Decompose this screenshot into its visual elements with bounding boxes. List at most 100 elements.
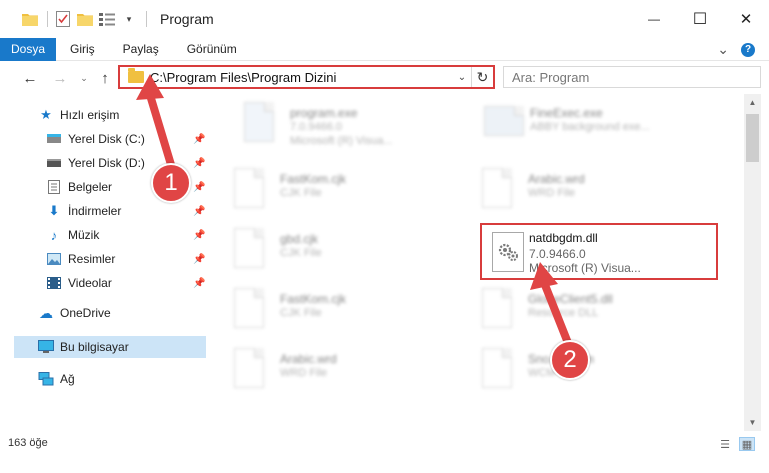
tab-paylas[interactable]: Paylaş (109, 38, 173, 61)
folder-icon (128, 68, 144, 83)
file-name: Arabic.wrd (528, 172, 585, 186)
recent-locations-chevron-icon[interactable]: ⌄ (74, 68, 94, 88)
pin-icon[interactable]: 📌 (193, 182, 205, 193)
qat-dropdown-icon[interactable]: ▾ (119, 9, 139, 29)
pin-icon[interactable]: 📌 (193, 134, 205, 145)
tab-giris[interactable]: Giriş (56, 38, 109, 61)
nav-item-disk-c[interactable]: Yerel Disk (C:) 📌 (46, 128, 206, 150)
dll-file-icon (482, 288, 512, 328)
list-item[interactable]: FastKom.cjk CJK File (208, 160, 448, 220)
refresh-icon[interactable]: ↻ (471, 67, 493, 87)
maximize-button[interactable]: ☐ (677, 0, 723, 38)
tiles-view-icon[interactable]: ▦ (739, 437, 755, 451)
highlighted-file-natdbgdm[interactable]: natdbgdm.dll 7.0.9466.0 Microsoft (R) Vi… (480, 223, 718, 280)
list-item[interactable]: FastKom.cjk CJK File (208, 280, 448, 340)
view-switcher: ☰ ▦ (717, 437, 755, 451)
list-item[interactable]: Arabic.wrd WRD File (208, 340, 448, 400)
file-type: WRD File (528, 187, 576, 199)
download-icon: ⬇ (48, 203, 60, 218)
nav-item-downloads[interactable]: ⬇ İndirmeler 📌 (46, 200, 206, 222)
file-version: 7.0.9466.0 (529, 247, 586, 261)
help-icon[interactable]: ? (741, 42, 755, 57)
nav-item-quick-access[interactable]: ★ Hızlı erişim (38, 104, 206, 126)
list-item[interactable]: Arabic.wrd WRD File (456, 160, 696, 220)
file-name: GlobeClient5.dll (528, 292, 613, 306)
network-icon (38, 371, 54, 387)
title-bar: ▾ Program — ☐ ✕ (0, 0, 769, 38)
star-icon: ★ (40, 107, 52, 122)
music-icon: ♪ (50, 227, 58, 243)
address-bar[interactable]: C:\Program Files\Program Dizini ⌄ ↻ (118, 65, 495, 89)
callout-badge-2: 2 (550, 340, 590, 380)
scroll-down-icon[interactable]: ▼ (744, 414, 761, 431)
nav-item-label: Belgeler (68, 180, 113, 194)
window-title: Program (160, 11, 214, 27)
nav-item-this-pc[interactable]: Bu bilgisayar (14, 336, 206, 358)
nav-item-label: Yerel Disk (D:) (68, 156, 145, 170)
scroll-thumb[interactable] (746, 114, 759, 162)
quick-access-toolbar: ▾ (0, 0, 152, 38)
file-type: CJK File (280, 247, 322, 259)
nav-item-videos[interactable]: Videolar 📌 (46, 272, 206, 294)
list-item[interactable]: gbd.cjk CJK File (208, 220, 448, 280)
minimize-button[interactable]: — (631, 0, 677, 38)
file-name: FastKom.cjk (280, 172, 347, 186)
pin-icon[interactable]: 📌 (193, 278, 205, 289)
file-icon (482, 168, 512, 208)
scroll-up-icon[interactable]: ▲ (744, 94, 761, 111)
cloud-icon: ☁ (39, 304, 53, 321)
list-item[interactable]: GlobeClient5.dll Resource DLL (456, 280, 696, 340)
details-view-icon[interactable]: ☰ (717, 437, 733, 451)
nav-item-label: İndirmeler (68, 204, 122, 218)
file-name: program.exe (290, 106, 358, 120)
pin-icon[interactable]: 📌 (193, 254, 205, 265)
file-icon (234, 348, 264, 388)
up-arrow-icon[interactable]: ↑ (95, 68, 115, 88)
file-name: FineExec.exe (530, 106, 603, 120)
nav-item-label: Bu bilgisayar (60, 340, 129, 354)
file-icon (234, 168, 264, 208)
pin-icon[interactable]: 📌 (193, 158, 205, 169)
document-icon (46, 179, 62, 195)
exe-file-icon (484, 106, 524, 136)
file-name: gbd.cjk (280, 232, 319, 246)
tab-dosya[interactable]: Dosya (0, 37, 56, 61)
view-details-icon[interactable] (97, 9, 117, 29)
nav-item-label: Müzik (68, 228, 100, 242)
pin-icon[interactable]: 📌 (193, 206, 205, 217)
file-list: program.exe 7.0.9466.0 Microsoft (R) Vis… (208, 94, 744, 431)
search-input[interactable]: Ara: Program (503, 66, 761, 88)
exe-file-icon (244, 102, 274, 142)
nav-item-network[interactable]: Ağ (38, 368, 206, 390)
pin-icon[interactable]: 📌 (193, 230, 205, 241)
nav-item-label: Hızlı erişim (60, 108, 120, 122)
file-icon (234, 228, 264, 268)
file-type: Resource DLL (528, 307, 599, 319)
nav-item-label: Ağ (60, 372, 75, 386)
back-arrow-icon[interactable]: ← (20, 68, 40, 88)
ribbon-collapse-icon[interactable]: ⌄ (717, 41, 729, 58)
close-button[interactable]: ✕ (723, 0, 769, 38)
nav-item-music[interactable]: ♪ Müzik 📌 (46, 224, 206, 246)
file-type: CJK File (280, 307, 322, 319)
file-desc: ABBY background exe... (530, 121, 650, 133)
list-item[interactable]: FineExec.exe ABBY background exe... (458, 94, 698, 154)
forward-arrow-icon[interactable]: → (50, 68, 70, 88)
toolbar-separator (47, 11, 48, 27)
nav-item-onedrive[interactable]: ☁ OneDrive (38, 302, 206, 324)
window-controls: — ☐ ✕ (631, 0, 769, 38)
properties-icon[interactable] (53, 9, 73, 29)
nav-item-label: Yerel Disk (C:) (68, 132, 145, 146)
ribbon-tabs: Dosya Giriş Paylaş Görünüm ⌄ ? (0, 37, 769, 61)
list-item[interactable]: program.exe 7.0.9466.0 Microsoft (R) Vis… (218, 94, 458, 154)
dll-file-icon (492, 232, 524, 272)
tab-gorunum[interactable]: Görünüm (173, 38, 251, 61)
address-path[interactable]: C:\Program Files\Program Dizini (150, 70, 453, 85)
ribbon-right-controls: ⌄ ? (717, 38, 755, 61)
address-dropdown-icon[interactable]: ⌄ (453, 72, 471, 83)
file-icon (482, 348, 512, 388)
new-folder-icon[interactable] (75, 9, 95, 29)
nav-item-pictures[interactable]: Resimler 📌 (46, 248, 206, 270)
folder-icon[interactable] (20, 9, 40, 29)
vertical-scrollbar[interactable]: ▲ ▼ (744, 94, 761, 431)
